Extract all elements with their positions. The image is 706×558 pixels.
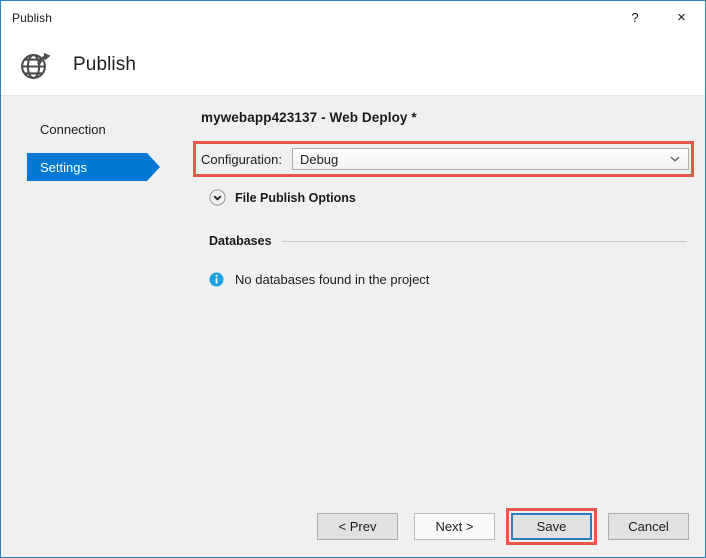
configuration-row: Configuration: Debug: [201, 147, 689, 171]
file-publish-options-toggle[interactable]: File Publish Options: [209, 189, 689, 206]
sidebar-item-connection[interactable]: Connection: [27, 115, 147, 143]
dialog-header: Publish: [1, 34, 705, 96]
header-title: Publish: [73, 54, 136, 76]
chevron-down-circle-icon: [209, 189, 226, 206]
publish-dialog: Publish ? × Publish Connection: [0, 0, 706, 558]
sidebar: Connection Settings: [1, 96, 191, 495]
section-divider: [282, 241, 687, 242]
close-icon: ×: [677, 9, 686, 26]
sidebar-item-label: Connection: [40, 122, 106, 137]
cancel-button[interactable]: Cancel: [608, 513, 689, 540]
settings-pane: mywebapp423137 - Web Deploy * Configurat…: [191, 96, 705, 495]
title-bar: Publish ? ×: [1, 1, 705, 34]
dialog-footer: < Prev Next > Save Cancel: [1, 495, 705, 557]
help-button[interactable]: ?: [612, 1, 658, 34]
configuration-value: Debug: [300, 152, 338, 167]
sidebar-item-label: Settings: [40, 160, 87, 175]
chevron-down-icon: [670, 156, 680, 163]
globe-publish-icon: [17, 47, 53, 83]
configuration-label: Configuration:: [201, 152, 282, 167]
publish-profile-title: mywebapp423137 - Web Deploy *: [201, 110, 689, 125]
sidebar-item-settings[interactable]: Settings: [27, 153, 147, 181]
databases-empty-text: No databases found in the project: [235, 272, 429, 287]
save-button[interactable]: Save: [511, 513, 592, 540]
configuration-dropdown[interactable]: Debug: [292, 148, 689, 170]
dialog-body: Connection Settings mywebapp423137 - Web…: [1, 96, 705, 495]
databases-section-label: Databases: [209, 234, 272, 248]
help-icon: ?: [631, 10, 638, 25]
save-button-wrapper: Save: [511, 513, 592, 540]
info-icon: [209, 272, 224, 287]
databases-section-header: Databases: [209, 234, 689, 248]
prev-button[interactable]: < Prev: [317, 513, 398, 540]
next-button[interactable]: Next >: [414, 513, 495, 540]
close-button[interactable]: ×: [658, 1, 705, 34]
databases-empty-message: No databases found in the project: [209, 272, 689, 287]
window-title: Publish: [12, 11, 612, 25]
file-publish-options-label: File Publish Options: [235, 191, 356, 205]
